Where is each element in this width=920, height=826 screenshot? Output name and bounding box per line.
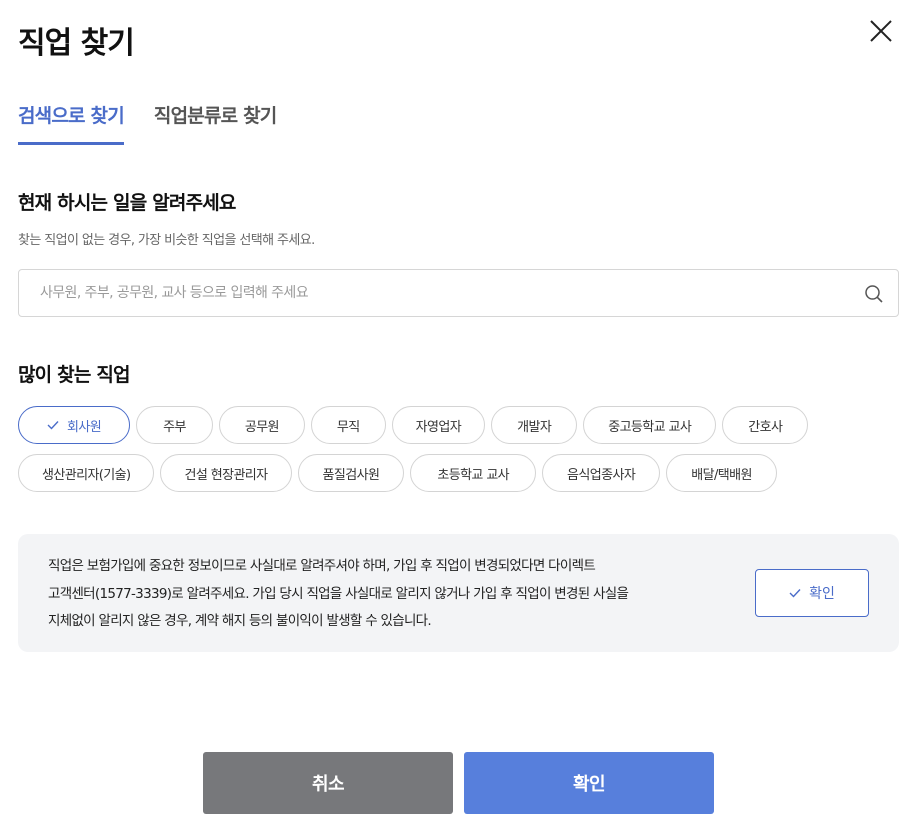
job-chip[interactable]: 공무원	[218, 406, 305, 444]
job-chip[interactable]: 초등학교 교사	[410, 454, 537, 492]
job-chip[interactable]: 품질검사원	[297, 454, 405, 492]
question-hint: 찾는 직업이 없는 경우, 가장 비슷한 직업을 선택해 주세요.	[18, 233, 315, 248]
job-chip-label: 회사원	[67, 419, 102, 435]
job-chip[interactable]: 중고등학교 교사	[583, 406, 717, 444]
job-notice-box: 직업은 보험가입에 중요한 정보이므로 사실대로 알려주셔야 하며, 가입 후 …	[18, 534, 899, 652]
job-chip[interactable]: 주부	[136, 406, 213, 444]
notice-line: 고객센터(1577-3339)로 알려주세요. 가입 당시 직업을 사실대로 알…	[48, 585, 629, 602]
job-chip[interactable]: 개발자	[491, 406, 578, 444]
popular-title: 많이 찾는 직업	[18, 364, 131, 386]
tab-search[interactable]: 검색으로 찾기	[18, 100, 125, 145]
job-chip-selected[interactable]: 회사원	[18, 406, 131, 444]
page-title: 직업 찾기	[18, 26, 135, 61]
tab-bar: 검색으로 찾기 직업분류로 찾기	[18, 100, 277, 146]
job-chip[interactable]: 간호사	[722, 406, 809, 444]
job-chip[interactable]: 자영업자	[391, 406, 486, 444]
question-title: 현재 하시는 일을 알려주세요	[18, 192, 236, 214]
check-icon	[47, 421, 59, 430]
close-icon[interactable]	[866, 16, 896, 46]
notice-line: 직업은 보험가입에 중요한 정보이므로 사실대로 알려주셔야 하며, 가입 후 …	[48, 558, 596, 574]
confirm-button[interactable]: 확인	[464, 752, 714, 814]
notice-line: 지체없이 알리지 않은 경우, 계약 해지 등의 불이익이 발생할 수 있습니다…	[48, 613, 432, 629]
job-chip[interactable]: 건설 현장관리자	[160, 454, 292, 492]
job-chip[interactable]: 생산관리자(기술)	[18, 454, 155, 492]
notice-text: 직업은 보험가입에 중요한 정보이므로 사실대로 알려주셔야 하며, 가입 후 …	[48, 553, 748, 636]
cancel-button[interactable]: 취소	[203, 752, 453, 814]
job-chip[interactable]: 무직	[310, 406, 386, 444]
job-chip[interactable]: 배달/택배원	[666, 454, 777, 492]
job-chip[interactable]: 음식업종사자	[542, 454, 661, 492]
popular-job-chips: 회사원 주부 공무원 무직 자영업자 개발자 중고등학교 교사 간호사 생산관리…	[18, 406, 899, 492]
notice-confirm-button[interactable]: 확인	[755, 569, 869, 617]
check-icon	[789, 589, 801, 598]
search-input[interactable]	[19, 270, 849, 316]
notice-confirm-label: 확인	[809, 586, 835, 602]
search-icon[interactable]	[864, 284, 884, 304]
search-box	[18, 269, 899, 317]
tab-category[interactable]: 직업분류로 찾기	[154, 100, 277, 145]
